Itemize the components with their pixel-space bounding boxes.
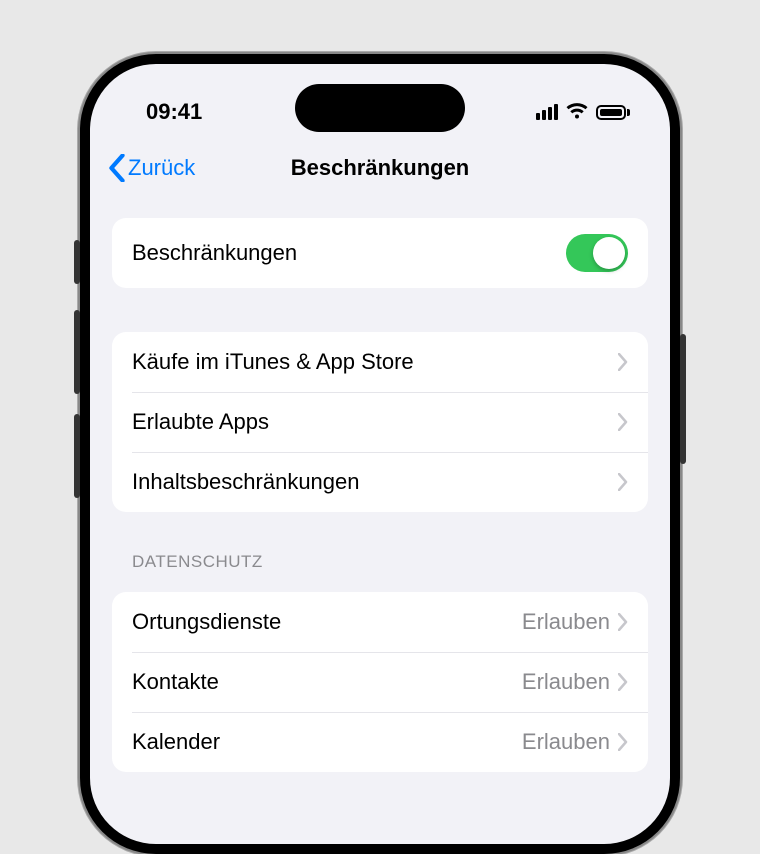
status-time: 09:41 [146,99,202,125]
row-label: Kalender [132,729,522,755]
back-button[interactable]: Zurück [108,154,195,182]
settings-group-1: Käufe im iTunes & App Store Erlaubte App… [112,332,648,512]
toggle-group: Beschränkungen [112,218,648,288]
row-label: Käufe im iTunes & App Store [132,349,618,375]
contacts-row[interactable]: Kontakte Erlauben [112,652,648,712]
row-label: Ortungsdienste [132,609,522,635]
nav-bar: Zurück Beschränkungen [90,142,670,194]
side-button [74,414,80,498]
cellular-signal-icon [536,104,558,120]
toggle-knob [593,237,625,269]
dynamic-island [295,84,465,132]
battery-icon [596,105,630,120]
chevron-right-icon [618,473,628,491]
side-button [74,310,80,394]
content-restrictions-row[interactable]: Inhaltsbeschränkungen [112,452,648,512]
row-label: Inhaltsbeschränkungen [132,469,618,495]
privacy-section-header: DATENSCHUTZ [112,512,648,582]
row-value: Erlauben [522,669,610,695]
side-button [680,334,686,464]
allowed-apps-row[interactable]: Erlaubte Apps [112,392,648,452]
row-value: Erlauben [522,609,610,635]
location-services-row[interactable]: Ortungsdienste Erlauben [112,592,648,652]
wifi-icon [566,103,588,121]
status-right [536,103,630,121]
restrictions-toggle-row[interactable]: Beschränkungen [112,218,648,288]
row-value: Erlauben [522,729,610,755]
privacy-group: Ortungsdienste Erlauben Kontakte Erlaube… [112,592,648,772]
content-area: Beschränkungen Käufe im iTunes & App Sto… [90,218,670,772]
itunes-purchases-row[interactable]: Käufe im iTunes & App Store [112,332,648,392]
chevron-right-icon [618,613,628,631]
back-label: Zurück [128,155,195,181]
side-button [74,240,80,284]
phone-screen: 09:41 Zurück Beschrä [90,64,670,844]
calendar-row[interactable]: Kalender Erlauben [112,712,648,772]
chevron-right-icon [618,673,628,691]
chevron-left-icon [108,154,126,182]
row-label: Beschränkungen [132,240,566,266]
chevron-right-icon [618,733,628,751]
chevron-right-icon [618,413,628,431]
chevron-right-icon [618,353,628,371]
phone-frame: 09:41 Zurück Beschrä [80,54,680,854]
page-title: Beschränkungen [291,155,470,181]
toggle-switch[interactable] [566,234,628,272]
row-label: Kontakte [132,669,522,695]
row-label: Erlaubte Apps [132,409,618,435]
